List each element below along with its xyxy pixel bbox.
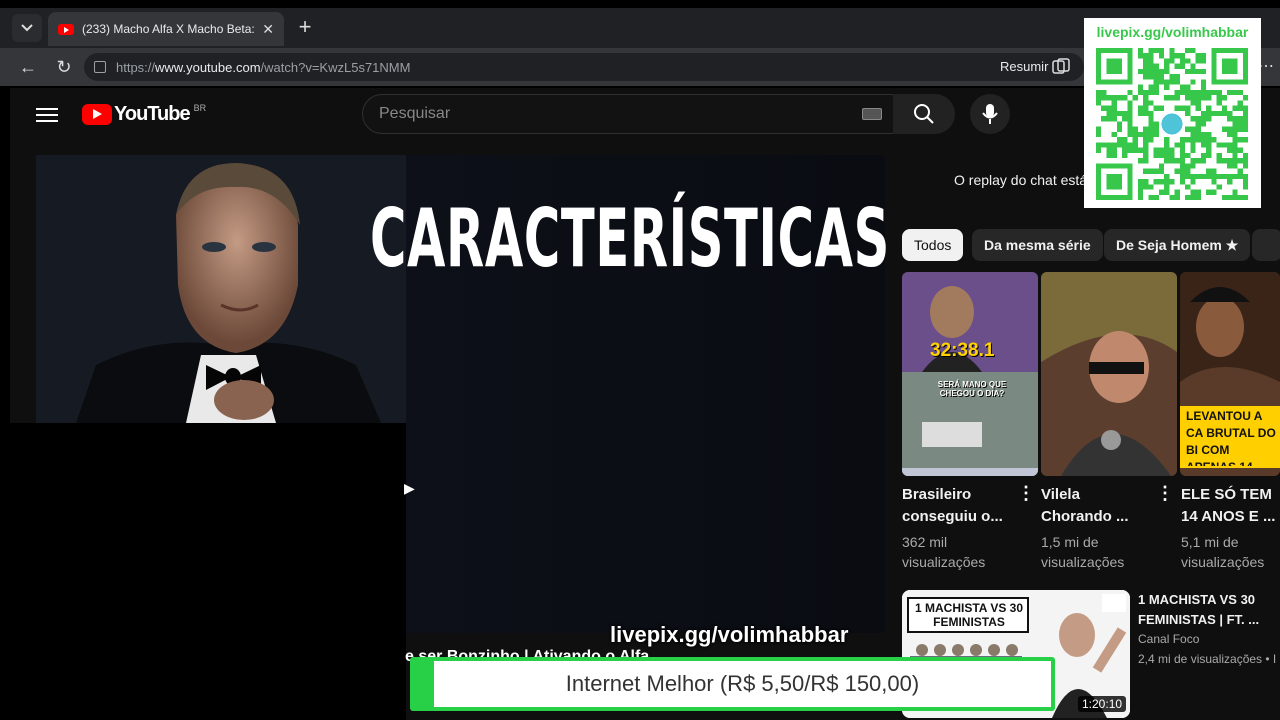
more-options-icon[interactable]: ⋮ bbox=[1017, 484, 1035, 502]
youtube-wordmark: YouTube bbox=[114, 103, 191, 125]
video-duration: 1:20:10 bbox=[1078, 696, 1127, 712]
donation-goal-text: Internet Melhor (R$ 5,50/R$ 150,00) bbox=[565, 671, 920, 696]
youtube-play-icon bbox=[82, 104, 112, 125]
video-views-2: 1,5 mi de visualizações bbox=[1041, 532, 1151, 572]
views-count: 5,1 mi de bbox=[1181, 534, 1239, 550]
video-frame-person bbox=[36, 155, 406, 423]
thumbnail-caption: 1 MACHISTA VS 30 FEMINISTAS bbox=[914, 601, 1024, 629]
chip-same-series[interactable]: Da mesma série bbox=[972, 229, 1103, 261]
url-path: /watch?v=KwzL5s71NMM bbox=[260, 59, 411, 75]
video-thumbnail[interactable] bbox=[1041, 272, 1177, 476]
hamburger-menu-icon[interactable] bbox=[36, 104, 58, 124]
views-unit: visualizações bbox=[1041, 554, 1125, 570]
mouse-cursor-icon: ▶ bbox=[404, 480, 415, 496]
close-tab-icon[interactable]: ✕ bbox=[262, 21, 274, 38]
video-views-4: 2,4 mi de visualizações • I bbox=[1138, 652, 1277, 666]
channel-name[interactable]: Canal Foco bbox=[1138, 632, 1199, 646]
search-icon bbox=[914, 104, 934, 124]
chip-todos[interactable]: Todos bbox=[902, 229, 964, 261]
video-title-3[interactable]: ELE SÓ TEM 14 ANOS E ... bbox=[1181, 484, 1280, 528]
address-bar[interactable]: https://www.youtube.com/watch?v=KwzL5s71… bbox=[84, 53, 1084, 81]
views-count: 362 mil bbox=[902, 534, 948, 550]
browser-tab[interactable]: (233) Macho Alfa X Macho Beta: C ✕ bbox=[48, 12, 284, 46]
video-headline: CARACTERÍSTICAS bbox=[370, 192, 890, 285]
video-title-1[interactable]: Brasileiro conseguiu o... bbox=[902, 484, 1012, 528]
thumbnail-image bbox=[902, 272, 1038, 476]
youtube-favicon-icon bbox=[58, 23, 74, 35]
tab-search-button[interactable] bbox=[12, 14, 42, 42]
more-options-icon[interactable]: ⋮ bbox=[1156, 484, 1174, 502]
microphone-icon bbox=[982, 104, 998, 124]
keyboard-icon[interactable] bbox=[862, 108, 882, 120]
thumbnail-caption: LEVANTOU A CA BRUTAL DO BI COM APENAS 14 bbox=[1186, 409, 1276, 466]
video-views-3: 5,1 mi de visualizações bbox=[1181, 532, 1280, 572]
back-arrow-icon[interactable]: ← bbox=[16, 55, 40, 79]
views-unit: visualizações bbox=[902, 554, 986, 570]
chevron-down-icon bbox=[21, 24, 33, 32]
thumbnail-timer: 32:38.1 bbox=[930, 340, 995, 361]
views-unit: visualizações bbox=[1181, 554, 1265, 570]
thumbnail-image bbox=[1041, 272, 1177, 476]
donation-goal-label: Internet Melhor (R$ 5,50/R$ 150,00) bbox=[434, 661, 1051, 707]
views-count: 1,5 mi de bbox=[1041, 534, 1099, 550]
tab-title: (233) Macho Alfa X Macho Beta: C bbox=[82, 22, 257, 36]
resumir-label: Resumir bbox=[1000, 58, 1049, 74]
qr-url: livepix.gg/volimhabbar bbox=[1096, 24, 1249, 40]
search-placeholder: Pesquisar bbox=[379, 105, 451, 122]
reload-icon[interactable]: ↻ bbox=[52, 55, 76, 79]
chip-more[interactable] bbox=[1252, 229, 1280, 261]
region-code: BR bbox=[193, 103, 207, 113]
stream-url-text: livepix.gg/volimhabbar bbox=[610, 622, 849, 647]
chip-seja-homem[interactable]: De Seja Homem ★ bbox=[1104, 229, 1251, 261]
video-title-4[interactable]: 1 MACHISTA VS 30 FEMINISTAS | FT. ... bbox=[1138, 590, 1278, 630]
resumir-button[interactable]: Resumir bbox=[1000, 58, 1071, 74]
search-button[interactable] bbox=[893, 94, 955, 134]
url-prefix: https:// bbox=[116, 59, 156, 75]
summarize-icon bbox=[1052, 58, 1071, 74]
video-thumbnail[interactable]: 32:38.1 SERÁ MANO QUE CHEGOU O DIA? bbox=[902, 272, 1038, 476]
stream-overlay-mask bbox=[0, 423, 406, 720]
site-info-icon[interactable] bbox=[94, 61, 106, 73]
video-thumbnail[interactable]: LEVANTOU A CA BRUTAL DO BI COM APENAS 14 bbox=[1180, 272, 1280, 476]
thumbnail-caption: SERÁ MANO QUE CHEGOU O DIA? bbox=[937, 380, 1007, 398]
voice-search-button[interactable] bbox=[970, 94, 1010, 134]
video-views-1: 362 mil visualizações bbox=[902, 532, 1012, 572]
url-domain: www.youtube.com bbox=[155, 59, 261, 75]
youtube-logo[interactable]: YouTube BR bbox=[82, 103, 206, 126]
qr-code-icon bbox=[1096, 48, 1248, 200]
new-tab-button[interactable]: + bbox=[294, 14, 316, 42]
video-title-2[interactable]: Vilela Chorando ... bbox=[1041, 484, 1151, 528]
search-input[interactable]: Pesquisar bbox=[362, 94, 894, 134]
